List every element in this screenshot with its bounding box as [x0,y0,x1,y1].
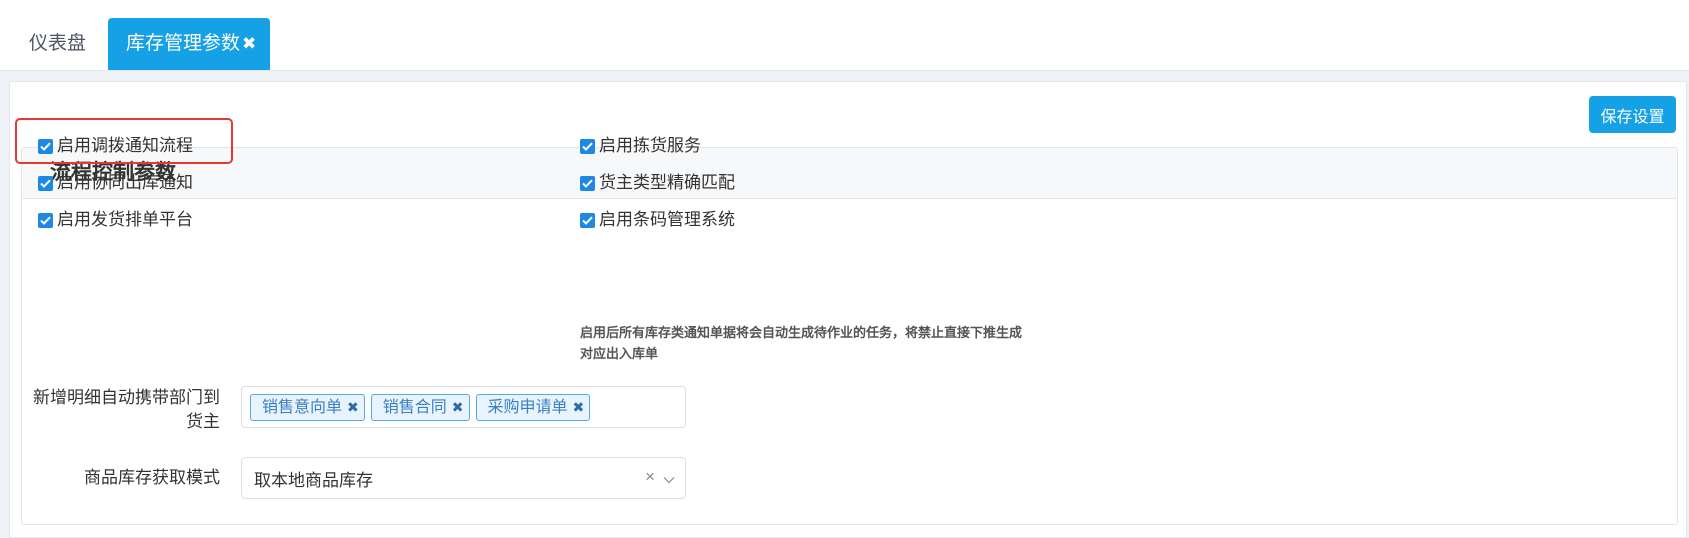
tag-remove-icon[interactable]: ✖ [573,394,585,421]
clear-icon[interactable]: × [645,467,655,487]
checkbox-picking-service[interactable]: 启用拣货服务 [580,134,701,158]
tag-remove-icon[interactable]: ✖ [452,394,464,421]
dept-carry-multiselect[interactable]: 销售意向单 ✖ 销售合同 ✖ 采购申请单 ✖ [241,386,686,428]
checkbox-label: 启用拣货服务 [599,136,701,155]
hint-line-2: 对应出入库单 [580,346,659,361]
panel-title: 流程控制参数 [22,148,1677,199]
checkbox-label: 启用调拨通知流程 [57,136,193,155]
checkbox-label: 启用协同出库通知 [57,173,193,192]
barcode-hint-text: 启用后所有库存类通知单据将会自动生成待作业的任务，将禁止直接下推生成 对应出入库… [580,322,1100,364]
checkbox-owner-type-match[interactable]: 货主类型精确匹配 [580,171,735,195]
chevron-down-icon[interactable] [663,469,675,489]
tab-dashboard-label: 仪表盘 [29,33,87,54]
stock-mode-label: 商品库存获取模式 [84,468,220,487]
tag-purchase-request: 采购申请单 ✖ [475,393,591,421]
tag-sales-contract: 销售合同 ✖ [370,393,470,421]
tag-remove-icon[interactable]: ✖ [347,394,359,421]
checkbox-checked-icon[interactable] [38,138,53,154]
stock-mode-value: 取本地商品库存 [254,470,373,490]
dept-carry-label: 新增明细自动携带部门到 货主 [33,388,220,431]
checkbox-barcode-system[interactable]: 启用条码管理系统 [580,208,735,232]
tab-inventory-params-label: 库存管理参数 [126,33,241,54]
checkbox-label: 货主类型精确匹配 [599,173,735,192]
tab-bar: 仪表盘 库存管理参数 ✖ [0,0,1689,71]
checkbox-shipping-schedule[interactable]: 启用发货排单平台 [38,208,193,232]
checkbox-collab-outbound[interactable]: 启用协同出库通知 [38,171,193,195]
checkbox-checked-icon[interactable] [580,138,595,154]
save-settings-button[interactable]: 保存设置 [1589,96,1676,133]
checkbox-checked-icon[interactable] [38,212,53,228]
tab-close-icon[interactable]: ✖ [242,34,256,53]
checkbox-checked-icon[interactable] [580,175,595,191]
hint-line-1: 启用后所有库存类通知单据将会自动生成待作业的任务，将禁止直接下推生成 [580,325,1023,340]
tab-dashboard[interactable]: 仪表盘 [11,18,104,70]
checkbox-checked-icon[interactable] [38,175,53,191]
checkbox-label: 启用发货排单平台 [57,210,193,229]
tag-sales-intent: 销售意向单 ✖ [250,393,365,421]
stock-mode-select[interactable]: 取本地商品库存 × [241,457,686,499]
checkbox-transfer-notice[interactable]: 启用调拨通知流程 [38,134,193,158]
checkbox-checked-icon[interactable] [580,212,595,228]
tab-inventory-params[interactable]: 库存管理参数 ✖ [108,18,271,70]
checkbox-label: 启用条码管理系统 [599,210,735,229]
